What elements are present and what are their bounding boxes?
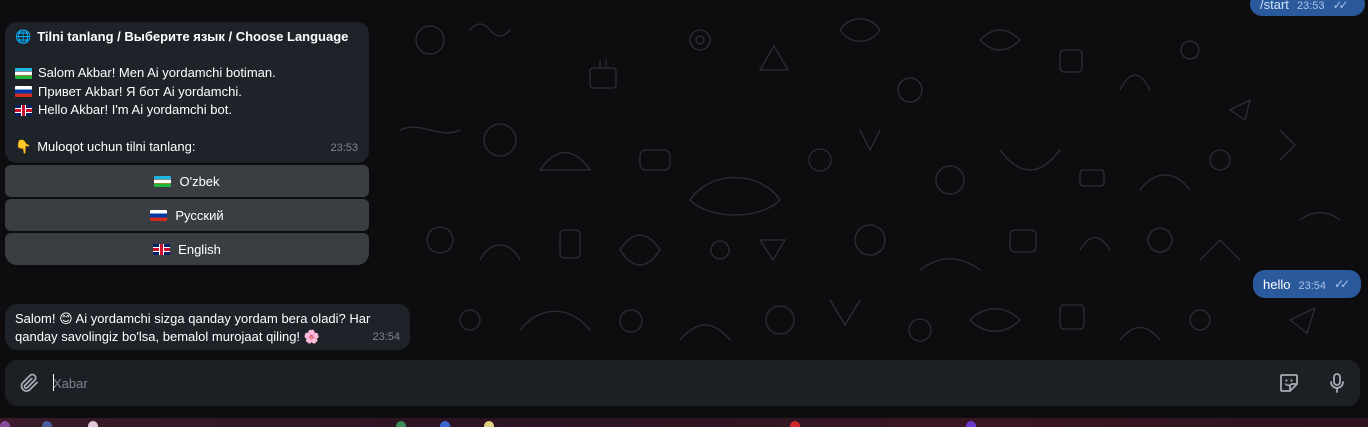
app-icon[interactable] bbox=[484, 421, 494, 427]
flag-uk-icon bbox=[153, 243, 171, 255]
language-button-russian[interactable]: Русский bbox=[5, 199, 369, 231]
outgoing-message-hello[interactable]: hello 23:54 ✓✓ bbox=[1253, 270, 1361, 298]
greeting-en: Hello Akbar! I'm Ai yordamchi bot. bbox=[38, 102, 232, 117]
point-down-icon: 👇 bbox=[15, 138, 32, 154]
flag-russia-icon bbox=[15, 86, 32, 98]
flag-uzbekistan-icon bbox=[15, 67, 32, 79]
message-time: 23:54 bbox=[1298, 280, 1326, 292]
greeting-uz: Salom Akbar! Men Ai yordamchi botiman. bbox=[38, 65, 276, 80]
double-check-icon: ✓✓ bbox=[1332, 0, 1348, 12]
app-icon[interactable] bbox=[440, 421, 450, 427]
globe-icon: 🌐 bbox=[15, 28, 32, 44]
outgoing-message-start[interactable]: /start 23:53 ✓✓ bbox=[1250, 0, 1365, 16]
greeting-uz-row: Salom Akbar! Men Ai yordamchi botiman. bbox=[15, 64, 359, 83]
greeting-ru: Привет Akbar! Я бот Ai yordamchi. bbox=[38, 83, 242, 99]
language-button-english[interactable]: English bbox=[5, 233, 369, 265]
app-icon[interactable] bbox=[0, 421, 10, 427]
greeting-ru-row: Привет Akbar! Я бот Ai yordamchi. bbox=[15, 83, 359, 102]
message-composer bbox=[5, 360, 1360, 406]
telegram-chat-window: /start 23:53 ✓✓ 🌐 Tilni tanlang / Выбери… bbox=[0, 0, 1368, 427]
incoming-message-language-select[interactable]: 🌐 Tilni tanlang / Выберите язык / Choose… bbox=[5, 22, 369, 163]
os-taskbar bbox=[0, 418, 1368, 427]
double-check-icon: ✓✓ bbox=[1334, 277, 1350, 291]
paperclip-icon[interactable] bbox=[17, 371, 41, 395]
button-label: O'zbek bbox=[179, 173, 220, 189]
sticker-icon[interactable] bbox=[1277, 371, 1301, 395]
message-time: 23:54 bbox=[372, 331, 400, 343]
flag-uk-icon bbox=[15, 104, 32, 116]
message-text: /start bbox=[1260, 0, 1289, 12]
app-icon[interactable] bbox=[88, 421, 98, 427]
language-button-uzbek[interactable]: O'zbek bbox=[5, 165, 369, 197]
prompt-row: 👇 Muloqot uchun tilni tanlang: bbox=[15, 138, 359, 157]
app-icon[interactable] bbox=[966, 421, 976, 427]
message-time: 23:53 bbox=[330, 141, 358, 154]
app-icon[interactable] bbox=[42, 421, 52, 427]
message-input[interactable] bbox=[53, 372, 1253, 394]
message-time: 23:53 bbox=[1296, 0, 1325, 12]
greeting-en-row: Hello Akbar! I'm Ai yordamchi bot. bbox=[15, 101, 359, 120]
button-label: Русский bbox=[175, 207, 224, 223]
text-caret bbox=[53, 374, 54, 391]
button-label: English bbox=[178, 241, 221, 257]
app-icon[interactable] bbox=[790, 421, 800, 427]
incoming-message-salom[interactable]: Salom! 😊 Ai yordamchi sizga qanday yorda… bbox=[5, 304, 410, 350]
message-line-2: qanday savolingiz bo'lsa, bemalol muroja… bbox=[15, 329, 320, 344]
app-icon[interactable] bbox=[396, 421, 406, 427]
message-line-1: Salom! 😊 Ai yordamchi sizga qanday yorda… bbox=[15, 311, 371, 326]
flag-uzbekistan-icon bbox=[154, 175, 172, 187]
flag-russia-icon bbox=[150, 209, 168, 221]
language-prompt: Muloqot uchun tilni tanlang: bbox=[37, 138, 196, 154]
message-text: hello bbox=[1263, 276, 1291, 292]
message-title-row: 🌐 Tilni tanlang / Выберите язык / Choose… bbox=[15, 28, 359, 46]
message-title: Tilni tanlang / Выберите язык / Choose L… bbox=[37, 28, 349, 44]
microphone-icon[interactable] bbox=[1325, 371, 1349, 395]
